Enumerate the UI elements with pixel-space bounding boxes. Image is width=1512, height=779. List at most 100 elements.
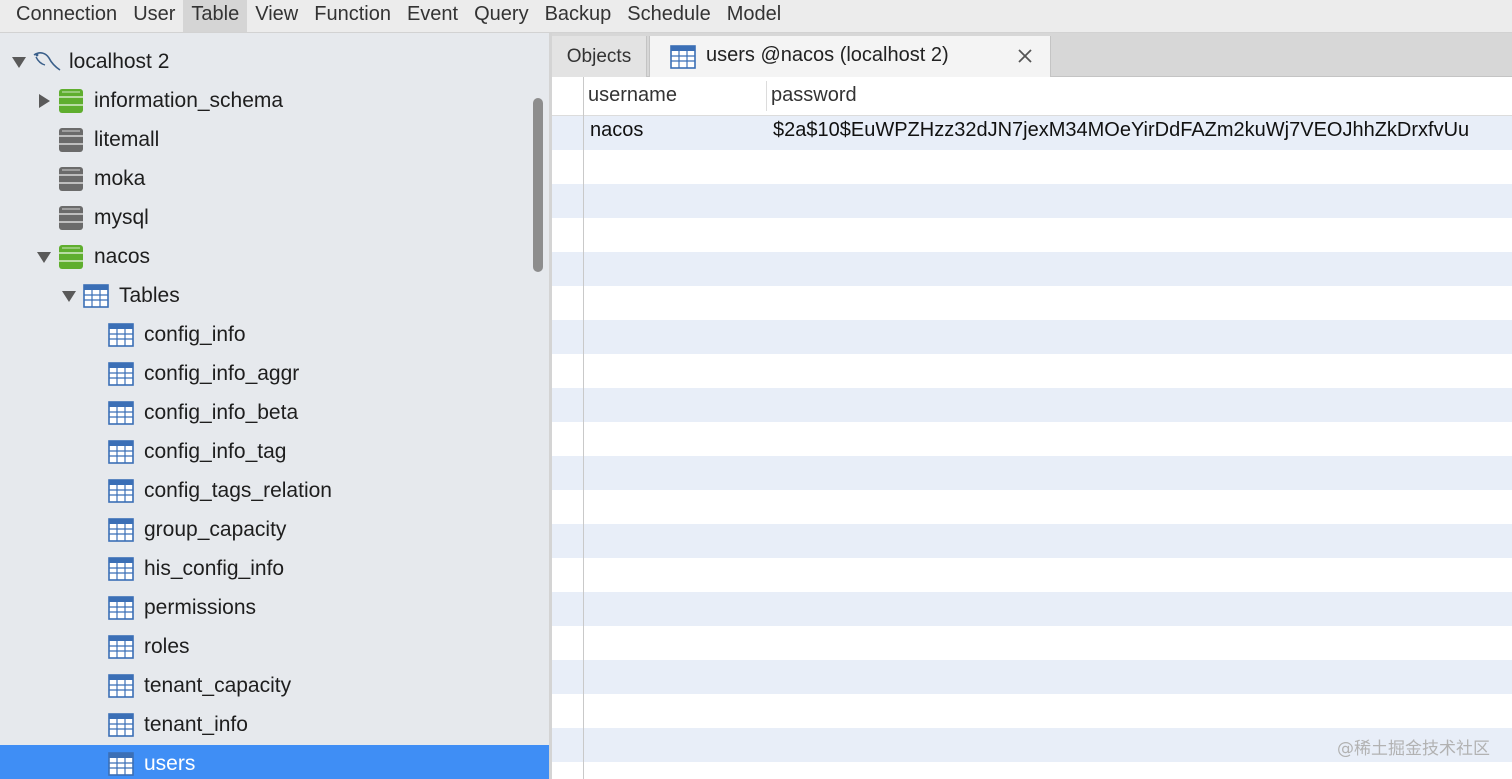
tree-node-label: moka (94, 167, 146, 190)
column-header-username[interactable]: username (588, 84, 677, 107)
sidebar-scrollbar[interactable] (533, 98, 543, 272)
table-icon (108, 517, 134, 543)
data-grid[interactable]: username password nacos $2a$10$EuWPZHzz32… (552, 77, 1512, 779)
table-row[interactable]: nacos $2a$10$EuWPZHzz32dJN7jexM34MOeYirDd… (552, 116, 1512, 150)
table-row[interactable] (552, 150, 1512, 184)
table-row[interactable] (552, 320, 1512, 354)
table-row[interactable] (552, 456, 1512, 490)
table-icon (108, 439, 134, 465)
database-icon (58, 166, 84, 192)
table-icon (108, 673, 134, 699)
tree-node-label: config_info_aggr (144, 362, 300, 385)
tree-table-users[interactable]: users (0, 745, 549, 779)
tree-table-config_tags_relation[interactable]: config_tags_relation (0, 472, 549, 511)
tree-node-label: users (144, 752, 196, 775)
tree-node-label: information_schema (94, 89, 284, 112)
tree-table-config_info_beta[interactable]: config_info_beta (0, 394, 549, 433)
collapse-arrow-icon[interactable] (61, 288, 77, 304)
table-row[interactable] (552, 694, 1512, 728)
tree-table-config_info_aggr[interactable]: config_info_aggr (0, 355, 549, 394)
table-icon (108, 751, 134, 777)
menu-user[interactable]: User (125, 0, 183, 32)
tree-node-label: config_tags_relation (144, 479, 332, 502)
tab-objects[interactable]: Objects (552, 36, 647, 77)
object-tree-sidebar: localhost 2 information_schema litemall mok… (0, 33, 549, 779)
tree-database-information_schema[interactable]: information_schema (0, 82, 549, 121)
table-icon (108, 478, 134, 504)
tree-table-permissions[interactable]: permissions (0, 589, 549, 628)
table-row[interactable] (552, 558, 1512, 592)
tree-node-label: litemall (94, 128, 160, 151)
table-row[interactable] (552, 286, 1512, 320)
table-row[interactable] (552, 592, 1512, 626)
row-selector-gutter (583, 77, 584, 779)
menu-backup[interactable]: Backup (537, 0, 620, 32)
table-icon (108, 400, 134, 426)
tree-node-label: mysql (94, 206, 149, 229)
cell-password[interactable]: $2a$10$EuWPZHzz32dJN7jexM34MOeYirDdFAZm2… (773, 119, 1469, 142)
table-row[interactable] (552, 252, 1512, 286)
table-icon (108, 322, 134, 348)
table-row[interactable] (552, 218, 1512, 252)
watermark: @稀土掘金技术社区 (1337, 739, 1490, 759)
tree-database-nacos[interactable]: nacos (0, 238, 549, 277)
close-icon[interactable] (1015, 46, 1035, 66)
tree-table-config_info_tag[interactable]: config_info_tag (0, 433, 549, 472)
menu-event[interactable]: Event (399, 0, 466, 32)
table-row[interactable] (552, 354, 1512, 388)
tree-node-label: roles (144, 635, 190, 658)
menu-connection[interactable]: Connection (8, 0, 125, 32)
collapse-arrow-icon[interactable] (36, 249, 52, 265)
connection-icon (32, 49, 61, 75)
tab-users-label: users @nacos (localhost 2) (706, 44, 949, 66)
tree-tables-folder[interactable]: Tables (0, 277, 549, 316)
table-row[interactable] (552, 626, 1512, 660)
column-header-password[interactable]: password (771, 84, 857, 107)
tree-table-tenant_capacity[interactable]: tenant_capacity (0, 667, 549, 706)
tree-table-config_info[interactable]: config_info (0, 316, 549, 355)
tab-users-table[interactable]: users @nacos (localhost 2) (649, 36, 1051, 77)
tree-database-moka[interactable]: moka (0, 160, 549, 199)
table-icon (108, 556, 134, 582)
tree-connection[interactable]: localhost 2 (0, 43, 549, 82)
tree-database-mysql[interactable]: mysql (0, 199, 549, 238)
menu-table[interactable]: Table (183, 0, 248, 32)
tree-table-his_config_info[interactable]: his_config_info (0, 550, 549, 589)
tree-table-roles[interactable]: roles (0, 628, 549, 667)
tree-node-label: config_info_tag (144, 440, 287, 463)
database-icon (58, 244, 84, 270)
table-row[interactable] (552, 660, 1512, 694)
tree-database-litemall[interactable]: litemall (0, 121, 549, 160)
table-icon (108, 712, 134, 738)
tree-node-label: permissions (144, 596, 257, 619)
table-row[interactable] (552, 490, 1512, 524)
table-row[interactable] (552, 184, 1512, 218)
menu-function[interactable]: Function (306, 0, 399, 32)
tree-table-tenant_info[interactable]: tenant_info (0, 706, 549, 745)
tree-node-label: config_info_beta (144, 401, 299, 424)
table-row[interactable] (552, 762, 1512, 779)
tree-table-group_capacity[interactable]: group_capacity (0, 511, 549, 550)
tab-objects-label: Objects (566, 45, 632, 67)
tree-node-label: group_capacity (144, 518, 287, 541)
tree-node-label: tenant_info (144, 713, 248, 736)
table-row[interactable] (552, 422, 1512, 456)
grid-header: username password (552, 77, 1512, 116)
table-icon (108, 361, 134, 387)
tree-node-label: nacos (94, 245, 151, 268)
tree-node-label: localhost 2 (69, 50, 170, 73)
expand-arrow-icon[interactable] (36, 93, 52, 109)
column-divider[interactable] (766, 81, 767, 111)
cell-username[interactable]: nacos (590, 119, 643, 142)
menu-query[interactable]: Query (466, 0, 536, 32)
menu-bar: Connection User Table View Function Event Quer… (0, 0, 1512, 33)
table-row[interactable] (552, 388, 1512, 422)
database-icon (58, 88, 84, 114)
collapse-arrow-icon[interactable] (11, 54, 27, 70)
table-row[interactable] (552, 524, 1512, 558)
table-icon (83, 283, 109, 309)
database-icon (58, 127, 84, 153)
menu-schedule[interactable]: Schedule (619, 0, 718, 32)
menu-view[interactable]: View (247, 0, 306, 32)
menu-model[interactable]: Model (719, 0, 789, 32)
